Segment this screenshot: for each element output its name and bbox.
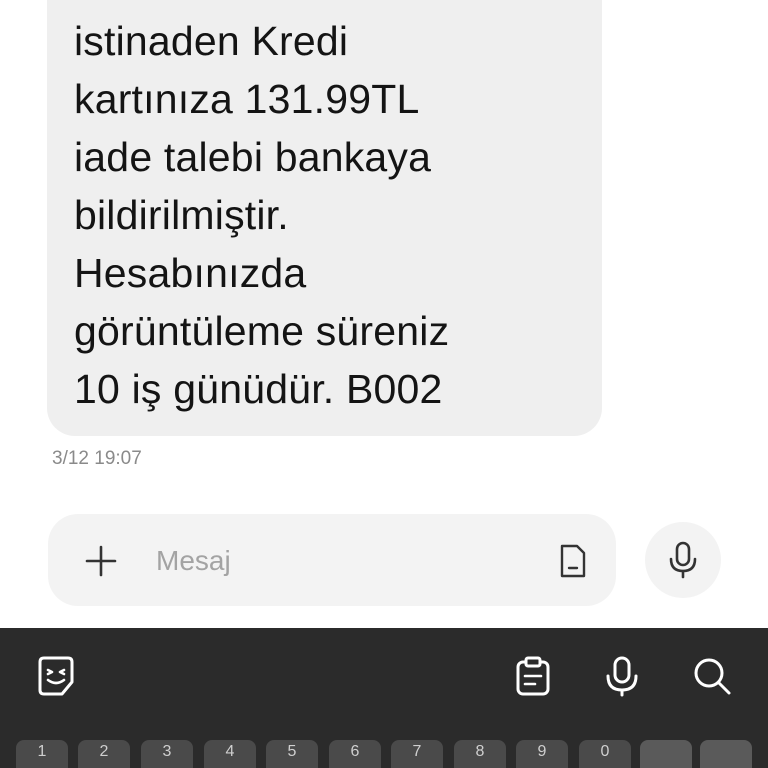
key-4[interactable]: 4 [204,740,256,768]
message-line: görüntüleme süreniz [74,308,450,354]
emoji-sticker-icon [38,656,74,696]
key-special-left[interactable] [640,740,692,768]
message-text: istinaden Kredi kartınıza 131.99TL iade … [74,12,594,418]
plus-icon [85,545,117,577]
key-3[interactable]: 3 [141,740,193,768]
emoji-sticker-button[interactable] [32,652,80,700]
message-line: bildirilmiştir. [74,192,289,238]
key-0[interactable]: 0 [579,740,631,768]
message-line: 10 iş günüdür. B002 [74,366,443,412]
message-timestamp: 3/12 19:07 [52,448,142,469]
key-1[interactable]: 1 [16,740,68,768]
sim-card-icon [560,544,586,578]
key-2[interactable]: 2 [78,740,130,768]
voice-input-button[interactable] [598,652,646,700]
voice-input-icon [606,656,638,697]
key-6[interactable]: 6 [329,740,381,768]
search-button[interactable] [688,652,736,700]
voice-message-button[interactable] [645,522,721,598]
add-attachment-button[interactable] [80,540,122,582]
clipboard-icon [516,656,550,696]
key-9[interactable]: 9 [516,740,568,768]
search-icon [694,658,731,695]
key-special-right[interactable] [700,740,752,768]
sim-card-button[interactable] [554,540,592,582]
key-5[interactable]: 5 [266,740,318,768]
message-line: kartınıza 131.99TL [74,76,420,122]
message-line: istinaden Kredi [74,18,349,64]
key-8[interactable]: 8 [454,740,506,768]
message-line: Hesabınızda [74,250,307,296]
microphone-icon [669,541,697,579]
message-line: iade talebi bankaya [74,134,432,180]
message-input[interactable] [156,540,536,582]
key-7[interactable]: 7 [391,740,443,768]
clipboard-button[interactable] [509,652,557,700]
